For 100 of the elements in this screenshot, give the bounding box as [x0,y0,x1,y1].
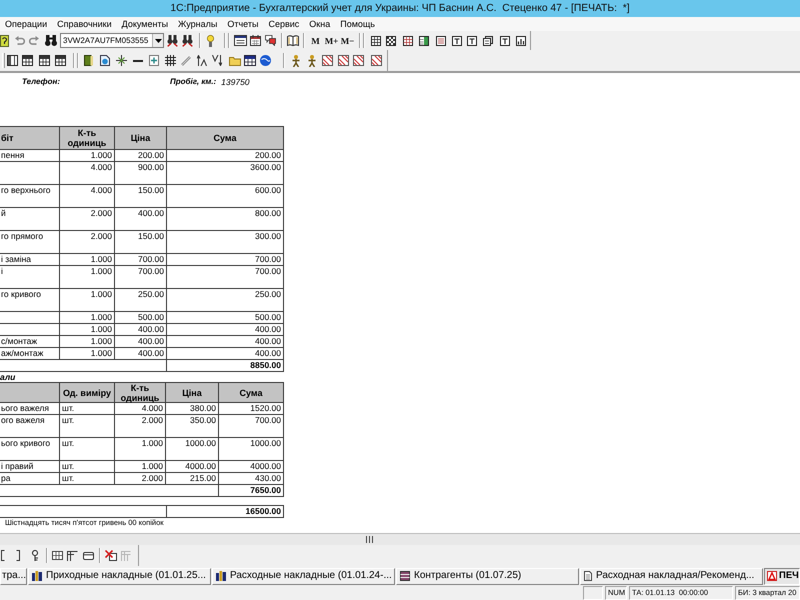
menu-item[interactable]: Сервис [268,18,300,30]
table-icon[interactable] [52,551,63,560]
key-icon[interactable] [31,550,39,561]
horizontal-scrollbar[interactable] [0,533,800,545]
taskbar-item[interactable]: Контрагенты (01.07.25) [396,568,579,584]
slash-icon[interactable] [181,56,191,66]
arrows-icon[interactable] [197,55,207,66]
table-icon[interactable] [244,55,256,66]
frame-icon[interactable] [67,550,78,560]
table-cell: го прямого [0,231,60,254]
table-icon[interactable] [22,55,33,66]
table-cell: 400.00 [115,348,167,360]
table-cell: 300.00 [167,231,284,254]
table-cell: 400.00 [167,336,284,348]
taskbar-item[interactable]: Расходные накладные (01.01.24-... [212,568,395,584]
menu-item[interactable]: Документы [122,18,168,30]
table-cell: 500.00 [167,312,284,324]
table-cell: шт. [60,415,115,438]
table-icon[interactable] [371,36,381,46]
calendar-icon[interactable] [250,35,261,46]
table-cell: 700.00 [115,266,167,289]
hatch-icon[interactable] [338,55,349,66]
cabinet-icon [400,571,410,581]
table-cell: 1.000 [60,289,115,312]
hatch-icon[interactable] [322,55,333,66]
lightbulb-icon[interactable] [207,34,214,46]
table-cell: 500.00 [115,312,167,324]
text-frame-icon[interactable] [452,36,462,46]
memory-button[interactable]: M− [340,34,355,46]
table-cell: 4.000 [60,162,115,185]
search-combo[interactable]: 3VW2A7AU7FM053555 [60,33,164,48]
table-icon[interactable] [419,36,429,46]
table-cell: 150.00 [115,231,167,254]
document-icon[interactable] [100,55,110,66]
crosshair-icon[interactable] [116,55,127,66]
menu-item[interactable]: Отчеты [227,18,258,30]
menu-item[interactable]: Помощь [340,18,375,30]
table-cell: 400.00 [115,336,167,348]
delete-icon[interactable] [105,550,117,561]
speech-bubble-icon[interactable] [265,35,276,46]
hatch-icon[interactable] [371,55,382,66]
stick-figure-icon[interactable] [307,54,317,66]
book-icon[interactable] [84,55,93,66]
binoculars-icon[interactable] [167,34,178,46]
taskbar-item[interactable]: Расходная накладная/Рекоменд... [580,568,763,584]
help-icon[interactable] [0,34,9,46]
memory-button[interactable]: M+ [324,34,339,46]
columns-icon[interactable] [7,55,18,66]
pages-icon[interactable] [483,36,493,46]
folder-icon[interactable] [229,56,241,66]
binoculars-icon[interactable] [45,35,57,46]
plus-icon[interactable] [149,55,159,66]
taskbar-item[interactable]: ПЕЧ [764,568,800,584]
menu-item[interactable]: Окна [309,18,330,30]
text-frame-icon[interactable] [467,36,477,46]
table-cell: с/монтаж [0,336,60,348]
table-cell: пення [0,150,60,162]
table-icon[interactable] [39,55,50,66]
table-cell: ього важеля [0,403,60,415]
arrows-icon[interactable] [212,55,222,66]
table-cell: 800.00 [167,208,284,231]
table-icon[interactable] [403,36,413,46]
redo-icon[interactable] [29,36,39,45]
memory-button[interactable]: M [310,34,321,46]
book-icon[interactable] [287,35,299,46]
hatch-icon[interactable] [353,55,364,66]
status-panel [583,586,603,600]
table-cell: 1.000 [60,312,115,324]
undo-icon[interactable] [15,36,25,45]
dropdown-button[interactable] [152,34,163,47]
bracket-icon[interactable] [16,550,20,561]
grid-icon[interactable] [165,55,176,66]
menu-item[interactable]: Журналы [178,18,218,30]
checkerboard-icon[interactable] [386,36,396,46]
chart-icon[interactable] [516,36,526,46]
globe-icon[interactable] [260,55,271,66]
table-cell: 1520.00 [219,403,284,415]
window-icon[interactable] [234,35,247,46]
table-cell: й [0,208,60,231]
menu-item[interactable]: Операции [5,18,48,30]
taskbar-item[interactable]: Приходные накладные (01.01.25... [28,568,211,584]
table-cell: 2.000 [115,473,166,485]
table-cell: 1000.00 [219,438,284,461]
table-cell: 2.000 [60,208,115,231]
table-cell [0,312,60,324]
table-cell: 700.00 [115,254,167,266]
binoculars-icon[interactable] [182,34,193,46]
window-icon[interactable] [83,552,94,560]
table-cell: 700.00 [167,254,284,266]
text-frame-icon[interactable] [500,36,510,46]
document-icon[interactable] [436,36,446,46]
field-label: Пробіг, км.: [170,77,216,87]
table-cell: 1.000 [115,461,166,473]
menu-item[interactable]: Справочники [57,18,112,30]
stick-figure-icon[interactable] [291,54,301,66]
bracket-icon[interactable] [1,550,5,561]
taskbar-item[interactable]: тра... [0,568,27,584]
document-icon [584,571,592,581]
table-icon[interactable] [55,55,66,66]
minus-icon[interactable] [133,60,143,62]
